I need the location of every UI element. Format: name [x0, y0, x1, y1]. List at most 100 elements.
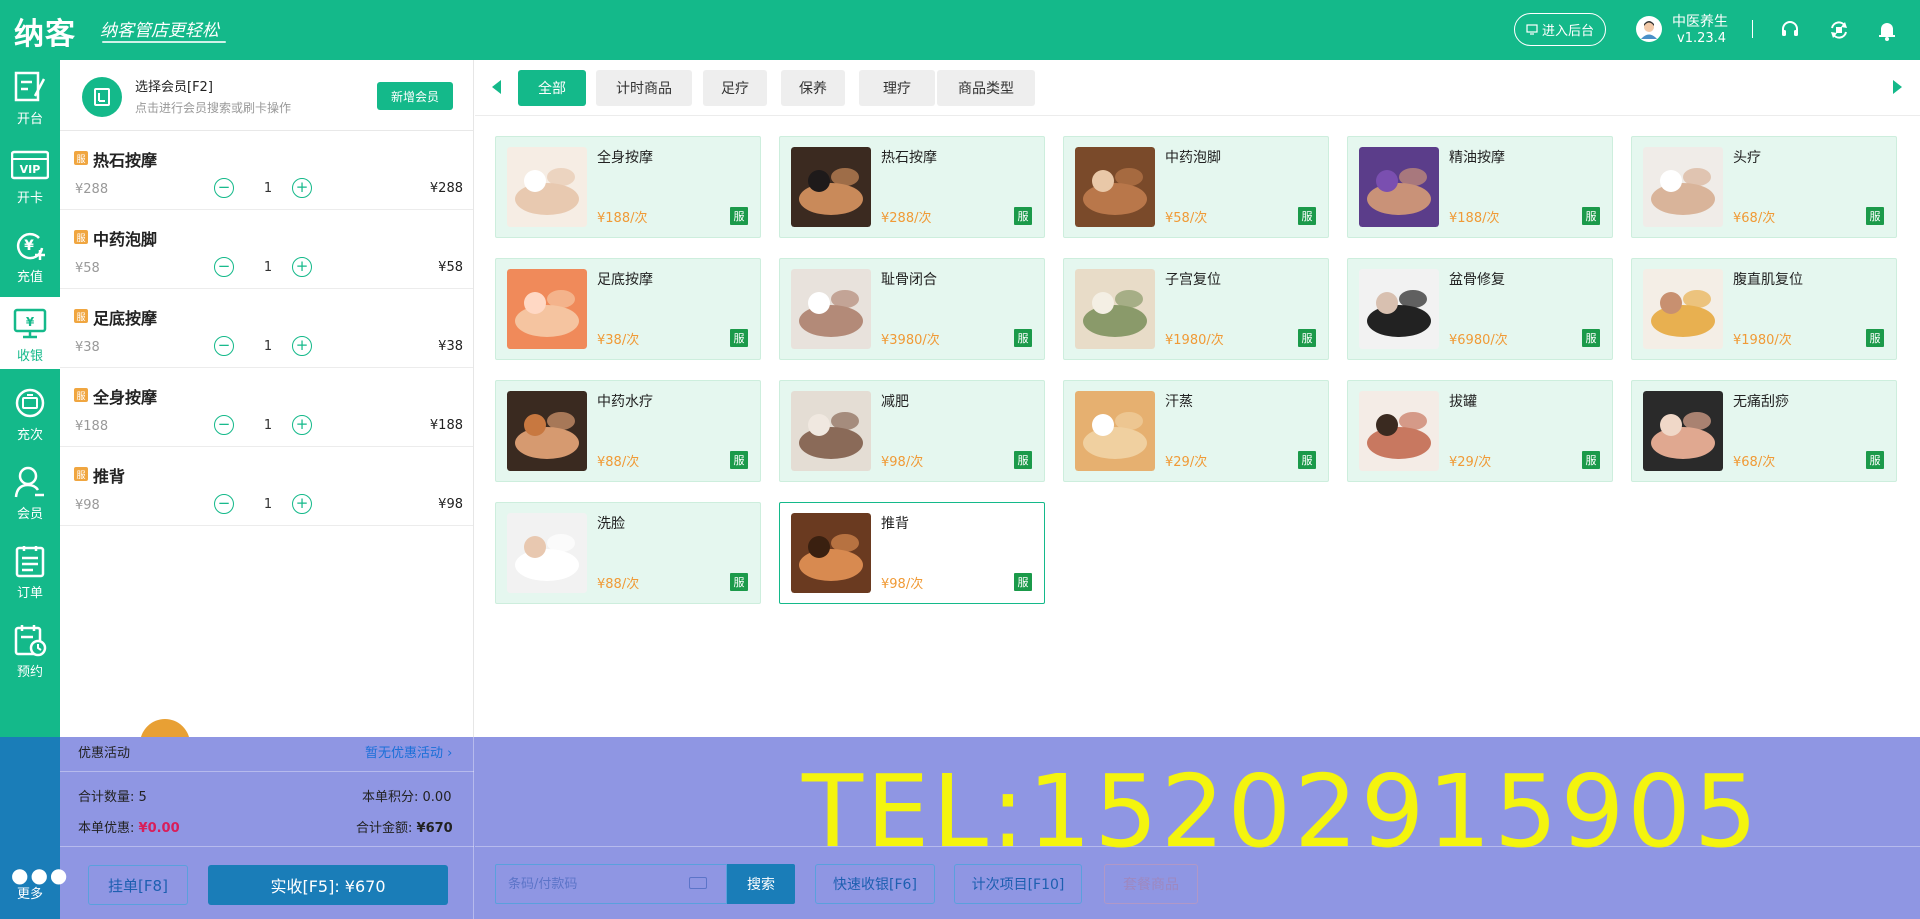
user-avatar[interactable] — [1636, 16, 1662, 42]
product-price: ¥6980/次 — [1449, 333, 1508, 348]
nav-checkout[interactable]: ¥ 收银 — [0, 297, 60, 369]
enter-admin-button[interactable]: 进入后台 — [1514, 13, 1606, 46]
tab-scroll-right-icon[interactable] — [1893, 80, 1902, 94]
product-card[interactable]: 子宫复位 ¥1980/次 服 — [1063, 258, 1329, 360]
vip-card-icon: VIP — [11, 150, 49, 180]
discount-value: ¥0.00 — [138, 821, 180, 836]
category-tab[interactable]: 足疗 — [703, 70, 767, 106]
service-tag: 服 — [1298, 329, 1316, 347]
add-member-button[interactable]: 新增会员 — [377, 82, 453, 110]
bell-icon[interactable] — [1876, 19, 1898, 41]
product-card[interactable]: 中药泡脚 ¥58/次 服 — [1063, 136, 1329, 238]
member-icon — [14, 466, 44, 498]
product-name: 推背 — [881, 516, 909, 532]
product-card[interactable]: 盆骨修复 ¥6980/次 服 — [1347, 258, 1613, 360]
search-button[interactable]: 搜索 — [727, 864, 795, 904]
qty-plus-button[interactable]: + — [292, 415, 312, 435]
qty-plus-button[interactable]: + — [292, 178, 312, 198]
product-thumbnail — [1359, 147, 1439, 227]
headset-icon[interactable] — [1779, 19, 1801, 41]
cart-item-qty: 1 — [263, 497, 273, 512]
cart-item[interactable]: 服 推背 ¥98 − 1 + ¥98 — [60, 447, 473, 526]
product-card[interactable]: 全身按摩 ¥188/次 服 — [495, 136, 761, 238]
category-tab[interactable]: 全部 — [518, 70, 586, 106]
product-card[interactable]: 足底按摩 ¥38/次 服 — [495, 258, 761, 360]
service-tag: 服 — [1582, 207, 1600, 225]
service-tag: 服 — [1866, 329, 1884, 347]
nav-recharge[interactable]: ¥ 充值 — [0, 218, 60, 290]
pay-button[interactable]: 实收[F5]: ¥670 — [208, 865, 448, 905]
qty-plus-button[interactable]: + — [292, 336, 312, 356]
nav-label: 预约 — [16, 665, 43, 680]
product-card[interactable]: 精油按摩 ¥188/次 服 — [1347, 136, 1613, 238]
cart-item-total: ¥98 — [438, 497, 463, 512]
category-tab[interactable]: 计时商品 — [596, 70, 692, 106]
product-thumbnail — [1075, 269, 1155, 349]
product-card[interactable]: 热石按摩 ¥288/次 服 — [779, 136, 1045, 238]
hold-order-button[interactable]: 挂单[F8] — [88, 865, 188, 905]
product-card[interactable]: 减肥 ¥98/次 服 — [779, 380, 1045, 482]
keyboard-icon[interactable] — [689, 877, 707, 889]
cart-item[interactable]: 服 热石按摩 ¥288 − 1 + ¥288 — [60, 131, 473, 210]
product-card[interactable]: 拔罐 ¥29/次 服 — [1347, 380, 1613, 482]
cart-item-name: 热石按摩 — [93, 151, 158, 170]
product-thumbnail — [507, 391, 587, 471]
cart-item-name: 足底按摩 — [93, 309, 158, 328]
product-price: ¥3980/次 — [881, 333, 940, 348]
service-tag: 服 — [1298, 451, 1316, 469]
more-menu[interactable]: ●●● 更多 — [0, 737, 67, 919]
product-card[interactable]: 推背 ¥98/次 服 — [779, 502, 1045, 604]
nav-appointments[interactable]: 预约 — [0, 613, 60, 685]
quick-pay-button[interactable]: 快速收银[F6] — [815, 864, 935, 904]
product-thumbnail — [507, 269, 587, 349]
product-card[interactable]: 中药水疗 ¥88/次 服 — [495, 380, 761, 482]
more-label: 更多 — [16, 887, 43, 902]
tab-scroll-left-icon[interactable] — [492, 80, 501, 94]
cart-item-qty: 1 — [263, 418, 273, 433]
product-card[interactable]: 洗脸 ¥88/次 服 — [495, 502, 761, 604]
nav-label: 充值 — [16, 270, 43, 285]
product-name: 全身按摩 — [597, 150, 653, 166]
qty-minus-button[interactable]: − — [214, 257, 234, 277]
cart-item[interactable]: 服 足底按摩 ¥38 − 1 + ¥38 — [60, 289, 473, 368]
cashier-icon: ¥ — [13, 308, 47, 339]
nav-open-card[interactable]: VIP 开卡 — [0, 139, 60, 211]
count-card-icon — [15, 388, 45, 418]
cart-item[interactable]: 服 全身按摩 ¥188 − 1 + ¥188 — [60, 368, 473, 447]
product-card[interactable]: 耻骨闭合 ¥3980/次 服 — [779, 258, 1045, 360]
product-price: ¥58/次 — [1165, 211, 1208, 226]
category-tab[interactable]: 商品类型 — [937, 70, 1035, 106]
product-name: 精油按摩 — [1449, 150, 1505, 166]
phone-watermark: TEL:15202915905 — [802, 753, 1761, 870]
refresh-icon[interactable] — [1828, 19, 1850, 41]
promo-link[interactable]: 暂无优惠活动 › — [365, 742, 452, 761]
product-price: ¥1980/次 — [1733, 333, 1792, 348]
qty-plus-button[interactable]: + — [292, 494, 312, 514]
product-card[interactable]: 汗蒸 ¥29/次 服 — [1063, 380, 1329, 482]
nav-recharge-count[interactable]: 充次 — [0, 376, 60, 448]
package-products-button[interactable]: 套餐商品 — [1104, 864, 1198, 904]
cart-item-name: 推背 — [93, 467, 126, 486]
product-price: ¥98/次 — [881, 577, 924, 592]
product-card[interactable]: 腹直肌复位 ¥1980/次 服 — [1631, 258, 1897, 360]
qty-minus-button[interactable]: − — [214, 336, 234, 356]
cart-panel: 选择会员[F2] 点击进行会员搜索或刷卡操作 新增会员 服 热石按摩 ¥288 … — [60, 60, 474, 769]
product-card[interactable]: 头疗 ¥68/次 服 — [1631, 136, 1897, 238]
nav-members[interactable]: 会员 — [0, 455, 60, 527]
qty-plus-button[interactable]: + — [292, 257, 312, 277]
qty-minus-button[interactable]: − — [214, 494, 234, 514]
category-tab[interactable]: 理疗 — [859, 70, 935, 106]
nav-open-table[interactable]: 开台 — [0, 60, 60, 132]
qty-minus-button[interactable]: − — [214, 178, 234, 198]
cart-item[interactable]: 服 中药泡脚 ¥58 − 1 + ¥58 — [60, 210, 473, 289]
product-card[interactable]: 无痛刮痧 ¥68/次 服 — [1631, 380, 1897, 482]
product-price: ¥288/次 — [881, 211, 932, 226]
product-name: 腹直肌复位 — [1733, 272, 1803, 288]
product-price: ¥98/次 — [881, 455, 924, 470]
service-badge: 服 — [74, 151, 88, 165]
qty-minus-button[interactable]: − — [214, 415, 234, 435]
member-selector[interactable]: 选择会员[F2] 点击进行会员搜索或刷卡操作 新增会员 — [60, 60, 473, 131]
nav-orders[interactable]: 订单 — [0, 534, 60, 606]
count-items-button[interactable]: 计次项目[F10] — [954, 864, 1082, 904]
category-tab[interactable]: 保养 — [781, 70, 845, 106]
